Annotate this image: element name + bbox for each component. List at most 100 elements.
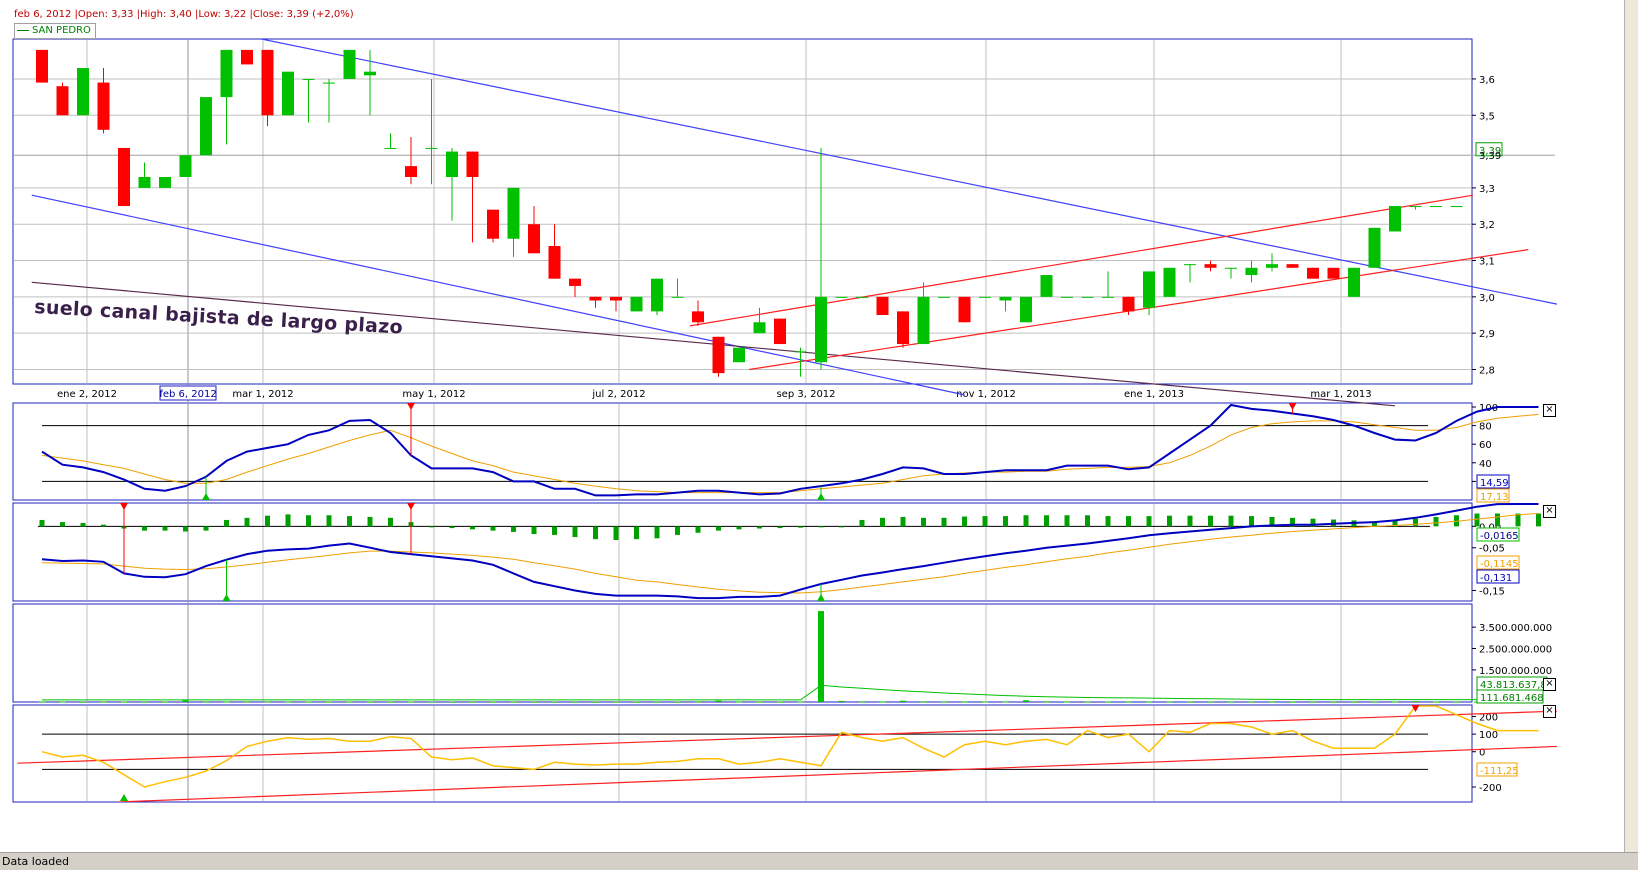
volume-bar bbox=[1146, 701, 1152, 703]
macd-histogram-bar bbox=[757, 526, 762, 529]
x-tick-label: mar 1, 2013 bbox=[1310, 389, 1371, 400]
macd-histogram-bar bbox=[716, 526, 721, 531]
macd-histogram-bar bbox=[347, 516, 352, 527]
macd-histogram-bar bbox=[1413, 518, 1418, 527]
volume-bar bbox=[1392, 701, 1398, 703]
macd-histogram-bar bbox=[306, 515, 311, 527]
volume-bar bbox=[510, 701, 517, 703]
volume-bar bbox=[162, 701, 168, 703]
macd-y-tick-label: -0,05 bbox=[1479, 544, 1505, 555]
macd-histogram-bar bbox=[818, 526, 824, 528]
volume-bar bbox=[285, 701, 291, 703]
price-candle bbox=[979, 296, 991, 298]
volume-bar bbox=[879, 701, 886, 703]
macd-histogram-bar bbox=[1474, 513, 1480, 527]
macd-histogram-bar bbox=[1433, 516, 1439, 527]
macd-y-tick-label: -0,15 bbox=[1479, 586, 1505, 597]
symbol-legend-label: SAN PEDRO bbox=[32, 25, 91, 36]
close-cci-panel-button[interactable]: × bbox=[1543, 705, 1556, 718]
volume-bar bbox=[305, 701, 312, 703]
macd-histogram-bar bbox=[224, 519, 229, 527]
status-text: Data loaded bbox=[2, 855, 70, 868]
macd-histogram-bar bbox=[654, 526, 660, 539]
price-candle bbox=[159, 177, 171, 188]
volume-bar bbox=[121, 701, 127, 703]
stoch-y-tick-label: 80 bbox=[1479, 422, 1492, 433]
cci-value-label: -111,25 bbox=[1480, 766, 1519, 777]
macd-histogram-bar bbox=[593, 526, 598, 540]
price-candle bbox=[856, 296, 868, 298]
candle-body bbox=[1430, 206, 1442, 208]
candle-body bbox=[815, 296, 827, 363]
close-volume-panel-button[interactable]: × bbox=[1543, 678, 1556, 691]
volume-bar bbox=[80, 701, 86, 703]
volume-bar bbox=[1002, 701, 1009, 703]
candle-body bbox=[569, 278, 581, 286]
price-candle bbox=[733, 347, 745, 363]
price-candle bbox=[56, 82, 69, 116]
volume-bar bbox=[1310, 701, 1316, 703]
price-candle bbox=[1348, 267, 1360, 297]
price-candle bbox=[897, 311, 909, 348]
stoch-main-value-label: 14,59 bbox=[1480, 478, 1509, 489]
candle-body bbox=[446, 151, 458, 177]
price-candle bbox=[1368, 227, 1381, 268]
macd-histogram-bar bbox=[1208, 515, 1213, 527]
volume-bar bbox=[756, 701, 763, 703]
candle-body bbox=[548, 246, 561, 279]
price-candle bbox=[1327, 267, 1340, 279]
volume-bar bbox=[39, 701, 45, 703]
price-candle bbox=[651, 278, 663, 315]
macd-histogram-bar bbox=[798, 526, 803, 528]
cci-y-tick-label: 100 bbox=[1479, 730, 1498, 741]
candle-body bbox=[1204, 264, 1217, 268]
macd-histogram-bar bbox=[531, 526, 537, 535]
macd-histogram-bar bbox=[552, 526, 557, 535]
volume-bar bbox=[1248, 701, 1255, 703]
volume-bar bbox=[1330, 701, 1337, 703]
candle-body bbox=[712, 336, 725, 374]
close-macd-panel-button[interactable]: × bbox=[1543, 505, 1556, 518]
chart-window: 2,8 2,9 3,0 3,1 3,2 3,3 3,5 3,6 ene 2, 2012 feb 6… bbox=[0, 0, 1638, 870]
volume-bar bbox=[100, 701, 107, 703]
price-candle bbox=[179, 155, 192, 177]
macd-histogram-bar bbox=[244, 517, 250, 527]
volume-bar bbox=[59, 701, 66, 703]
price-candle bbox=[835, 296, 848, 298]
macd-histogram-bar bbox=[634, 526, 639, 540]
volume-bar bbox=[1207, 701, 1214, 703]
candle-body bbox=[958, 296, 971, 323]
candle-body bbox=[200, 97, 212, 156]
volume-bar bbox=[1371, 701, 1378, 703]
macd-histogram-bar bbox=[1064, 515, 1070, 527]
macd-histogram-bar bbox=[388, 517, 393, 527]
status-bar: Data loaded bbox=[0, 852, 1638, 870]
macd-histogram-bar bbox=[1495, 513, 1500, 527]
right-scrollbar[interactable] bbox=[1624, 0, 1638, 852]
price-candle bbox=[1389, 206, 1401, 232]
candle-body bbox=[179, 155, 192, 177]
candle-body bbox=[917, 296, 930, 345]
macd-histogram-bar bbox=[1187, 515, 1193, 527]
candle-body bbox=[1348, 267, 1360, 297]
volume-bar bbox=[859, 701, 865, 703]
volume-bar bbox=[961, 701, 968, 703]
macd-histogram-bar bbox=[839, 526, 844, 528]
candle-body bbox=[261, 49, 274, 116]
macd-histogram-bar bbox=[39, 519, 45, 527]
candle-body bbox=[425, 147, 438, 149]
price-candle bbox=[1430, 206, 1442, 208]
chart-canvas[interactable]: 2,8 2,9 3,0 3,1 3,2 3,3 3,5 3,6 ene 2, 2012 feb 6… bbox=[0, 0, 1624, 852]
price-candle bbox=[774, 318, 786, 345]
price-y-tick-label: 3,6 bbox=[1479, 75, 1495, 86]
symbol-legend[interactable]: SAN PEDRO bbox=[14, 23, 96, 39]
volume-bar bbox=[1351, 701, 1357, 703]
price-y-tick-label: 3,1 bbox=[1479, 257, 1495, 268]
volume-bar bbox=[1412, 701, 1419, 703]
price-y-tick-label: 3,5 bbox=[1479, 111, 1495, 122]
candle-body bbox=[1040, 275, 1053, 297]
volume-bar bbox=[715, 700, 722, 702]
macd-histogram-bar bbox=[265, 515, 270, 527]
close-stochastic-panel-button[interactable]: × bbox=[1543, 404, 1556, 417]
volume-bar bbox=[367, 701, 373, 703]
